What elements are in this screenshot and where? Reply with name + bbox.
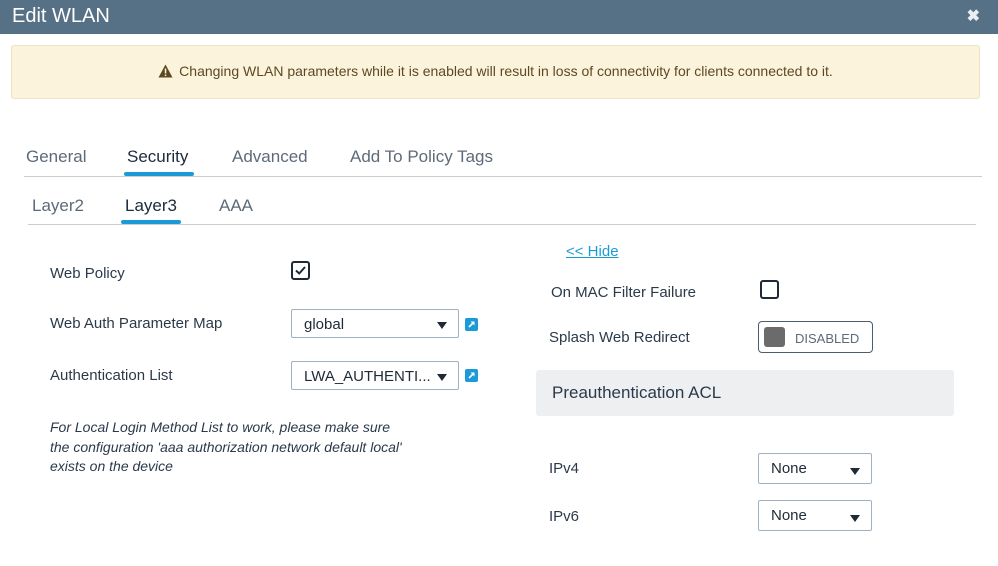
chevron-down-icon — [437, 374, 447, 381]
web-auth-param-map-value: global — [304, 316, 345, 333]
hide-link[interactable]: << Hide — [566, 243, 619, 260]
tab-security-indicator — [124, 172, 194, 176]
warning-alert: Changing WLAN parameters while it is ena… — [11, 45, 980, 99]
web-policy-checkbox[interactable] — [291, 261, 310, 280]
ipv6-label: IPv6 — [549, 508, 580, 525]
local-login-note: For Local Login Method List to work, ple… — [50, 418, 402, 477]
note-line: exists on the device — [50, 458, 173, 474]
toggle-state-text: DISABLED — [795, 331, 860, 346]
external-link-icon[interactable] — [465, 369, 478, 382]
note-line: For Local Login Method List to work, ple… — [50, 419, 391, 435]
splash-web-redirect-label: Splash Web Redirect — [549, 329, 690, 346]
modal-titlebar: Edit WLAN ✖ — [0, 0, 998, 34]
chevron-down-icon — [850, 468, 860, 475]
preauth-acl-title: Preauthentication ACL — [552, 383, 722, 402]
preauth-acl-section: Preauthentication ACL — [536, 370, 954, 416]
on-mac-filter-failure-checkbox[interactable] — [760, 280, 779, 299]
tab-general[interactable]: General — [26, 147, 86, 167]
sub-tab-strip — [28, 224, 976, 225]
ipv4-acl-select[interactable]: None — [758, 453, 872, 484]
note-line: the configuration 'aaa authorization net… — [50, 438, 402, 455]
main-tab-strip — [24, 176, 982, 177]
tab-advanced[interactable]: Advanced — [232, 147, 308, 167]
subtab-layer3[interactable]: Layer3 — [125, 196, 177, 216]
authentication-list-label: Authentication List — [50, 367, 173, 384]
subtab-aaa[interactable]: AAA — [219, 196, 253, 216]
close-icon[interactable]: ✖ — [967, 6, 980, 26]
authentication-list-select[interactable]: LWA_AUTHENTI... — [291, 361, 459, 390]
chevron-down-icon — [437, 322, 447, 329]
subtab-layer2[interactable]: Layer2 — [32, 196, 84, 216]
tab-add-to-policy-tags[interactable]: Add To Policy Tags — [350, 147, 493, 167]
web-auth-param-map-label: Web Auth Parameter Map — [50, 315, 223, 332]
splash-web-redirect-toggle[interactable]: DISABLED — [758, 321, 873, 353]
warning-triangle-icon — [158, 64, 173, 81]
external-link-icon[interactable] — [465, 318, 478, 331]
alert-message: Changing WLAN parameters while it is ena… — [179, 63, 833, 79]
toggle-knob — [764, 327, 785, 347]
subtab-layer3-indicator — [121, 220, 181, 224]
modal-title: Edit WLAN — [12, 5, 110, 27]
on-mac-filter-failure-label: On MAC Filter Failure — [551, 284, 697, 301]
ipv4-acl-value: None — [771, 460, 807, 477]
ipv6-acl-value: None — [771, 507, 807, 524]
authentication-list-value: LWA_AUTHENTI... — [304, 368, 431, 385]
checkmark-icon — [295, 266, 306, 275]
web-policy-label: Web Policy — [50, 265, 125, 282]
web-auth-param-map-select[interactable]: global — [291, 309, 459, 338]
ipv4-label: IPv4 — [549, 460, 580, 477]
chevron-down-icon — [850, 515, 860, 522]
tab-security[interactable]: Security — [127, 147, 188, 167]
ipv6-acl-select[interactable]: None — [758, 500, 872, 531]
